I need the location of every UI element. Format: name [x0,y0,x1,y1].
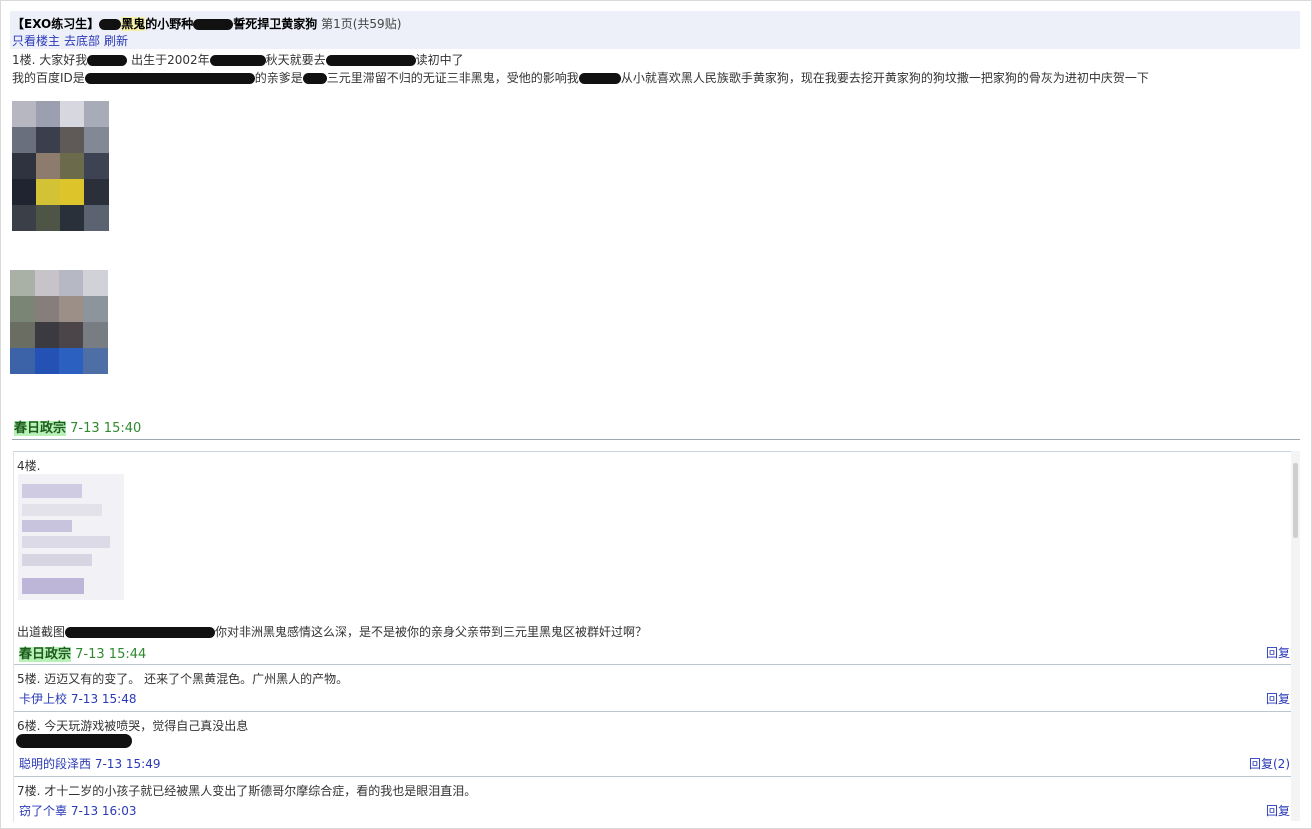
reply-meta: 春日政宗 7-13 15:44 [19,643,146,662]
reply-text: 5楼. 迈迈又有的变了。 还来了个黑黄混色。广州黑人的产物。 [17,672,349,686]
reply-item: 7楼. 才十二岁的小孩子就已经被黑人变出了斯德哥尔摩综合症，看的我也是眼泪直泪。… [14,777,1292,822]
author-name[interactable]: 聪明的段泽西 [19,757,91,771]
replies-scrollbar[interactable] [1291,451,1300,821]
thread-header: 【EXO练习生】 黑鬼的小野种 誓死捍卫黄家狗 第1页(共59贴) 只看楼主 去底部刷… [10,11,1300,49]
redaction-mark [84,73,255,84]
first-post-line-1: 1楼. 大家好我 出生于2002年 秋天就要去 读初中了 [12,51,1297,69]
thread-nav: 只看楼主 去底部 刷新 [12,32,132,49]
reply-time: 7-13 15:44 [75,647,147,662]
reply-meta: 聪明的段泽西 7-13 15:49 [19,755,160,772]
reply-time: 7-13 16:03 [70,804,137,818]
redaction-mark [99,19,122,30]
pixelated-photo[interactable] [10,270,108,374]
title-prefix: 【EXO练习生】 [12,17,100,31]
refresh-link[interactable]: 刷新 [104,34,128,48]
reply-item: 6楼. 今天玩游戏被喷哭，觉得自己真没出息 聪明的段泽西 7-13 15:49 … [14,712,1292,777]
page-count: 第1页(共59贴) [321,17,402,31]
replies-panel: 4楼. 出道截图 你对非洲黑鬼感情这么深，是不是被你的亲身父亲带到三元里黑鬼区被群… [13,451,1292,822]
reply-text-part: 你对非洲黑鬼感情这么深，是不是被你的亲身父亲带到三元里黑鬼区被群奸过啊？ [215,625,648,639]
author-name[interactable]: 卡伊上校 [19,692,67,706]
first-post-line-2: 我的百度ID是 的亲爹是 三元里滞留不归的无证三非黑鬼，受他的影响我 从小就喜欢黑人民… [12,69,1297,87]
reply-item: 5楼. 迈迈又有的变了。 还来了个黑黄混色。广州黑人的产物。 卡伊上校 7-13… [14,665,1292,712]
post-text: 从小就喜欢黑人民族歌手黄家狗，现在我要去挖开黄家狗的狗坟撒一把家狗的骨灰为进初中… [620,71,1149,85]
first-post-body: 1楼. 大家好我 出生于2002年 秋天就要去 读初中了 我的百度ID是 的亲爹是 三元… [12,51,1297,87]
redaction-mark [16,734,132,748]
section-divider [12,439,1300,440]
reply-time: 7-13 15:48 [70,692,137,706]
go-bottom-link[interactable]: 去底部 [64,34,100,48]
redaction-mark [578,73,621,84]
redaction-mark [209,55,266,66]
post-text: 的亲爹是 [254,71,303,85]
post-text: 读初中了 [415,53,464,67]
reply-text-part: 出道截图 [17,625,66,639]
reply-text: 6楼. 今天玩游戏被喷哭，觉得自己真没出息 [17,719,249,733]
title-suffix: 誓死捍卫黄家狗 [233,17,318,31]
reply-text: 7楼. 才十二岁的小孩子就已经被黑人变出了斯德哥尔摩综合症，看的我也是眼泪直泪。 [17,784,477,798]
post-text: 出生于2002年 [131,53,210,67]
author-name[interactable]: 春日政宗 [19,647,72,662]
reply-meta: 卡伊上校 7-13 15:48 [19,690,136,707]
redaction-mark [325,55,416,66]
redaction-mark [65,627,216,638]
reply-text: 出道截图 你对非洲黑鬼感情这么深，是不是被你的亲身父亲带到三元里黑鬼区被群奸过啊？ [17,623,647,640]
post-text: 我的百度ID是 [12,71,85,85]
reply-floor: 4楼. [17,459,41,473]
redaction-mark [302,73,327,84]
title-highlight: 黑鬼 [121,17,146,31]
thread-title: 【EXO练习生】 黑鬼的小野种 誓死捍卫黄家狗 第1页(共59贴) [12,15,401,32]
post-text: 1楼. 大家好我 [12,53,88,67]
reply-time: 7-13 15:49 [94,757,161,771]
reply-button[interactable]: 回复(2) [1249,755,1290,772]
reply-button[interactable]: 回复 [1266,690,1290,707]
title-mid: 的小野种 [145,17,194,31]
reply-button[interactable]: 回复 [1266,802,1290,819]
author-name[interactable]: 春日政宗 [14,421,67,436]
post-text: 三元里滞留不归的无证三非黑鬼，受他的影响我 [326,71,579,85]
post-time: 7-13 15:40 [70,421,142,436]
post-text: 秋天就要去 [265,53,326,67]
pixelated-screenshot[interactable] [18,474,124,600]
pixelated-photo[interactable] [12,101,109,231]
scrollbar-thumb[interactable] [1293,463,1298,538]
author-name[interactable]: 窃了个辜 [19,804,67,818]
first-post-meta: 春日政宗 7-13 15:40 [14,417,141,436]
only-op-link[interactable]: 只看楼主 [12,34,60,48]
reply-button[interactable]: 回复 [1266,644,1290,661]
reply-item: 4楼. 出道截图 你对非洲黑鬼感情这么深，是不是被你的亲身父亲带到三元里黑鬼区被群… [14,452,1292,665]
redaction-mark [193,19,234,30]
redaction-mark [87,55,128,66]
reply-meta: 窃了个辜 7-13 16:03 [19,802,136,819]
